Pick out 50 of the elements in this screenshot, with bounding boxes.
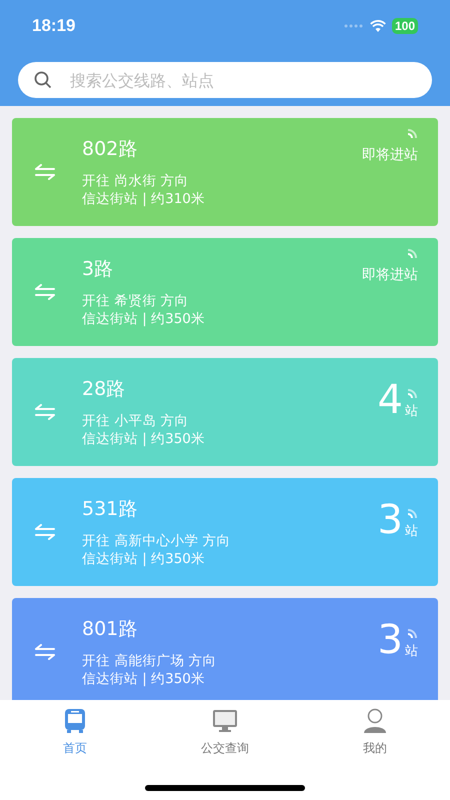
route-name: 801路 (82, 617, 138, 642)
swap-arrows-icon (34, 164, 56, 180)
swap-arrows-icon (34, 524, 56, 540)
route-card[interactable]: 28路 开往 小平岛 方向 信达街站 | 约350米 4 站 (12, 358, 438, 466)
signal-icon (406, 128, 418, 140)
signal-icon (406, 388, 418, 400)
route-direction: 开往 高新中心小学 方向 (82, 532, 232, 550)
route-name: 531路 (82, 497, 138, 522)
stops-count: 4 (378, 380, 403, 420)
stops-unit: 站 (405, 403, 418, 420)
route-name: 802路 (82, 137, 138, 162)
stops-count: 3 (378, 620, 403, 660)
route-card[interactable]: 801路 开往 高能街广场 方向 信达街站 | 约350米 3 站 (12, 598, 438, 700)
station-distance: 信达街站 | 约350米 (82, 430, 206, 448)
search-field[interactable]: 搜索公交线路、站点 (18, 62, 432, 98)
route-name: 3路 (82, 257, 114, 282)
cell-signal-icon (344, 24, 364, 28)
route-direction: 开往 小平岛 方向 (82, 412, 190, 430)
arrival-status: 即将进站 (362, 266, 418, 284)
swap-arrows-icon (34, 284, 56, 300)
monitor-icon (212, 708, 238, 734)
wifi-icon (370, 20, 386, 32)
route-card[interactable]: 531路 开往 高新中心小学 方向 信达街站 | 约350米 3 站 (12, 478, 438, 586)
tab-item[interactable]: 我的 (320, 708, 430, 757)
person-icon (362, 708, 388, 734)
route-direction: 开往 希贤街 方向 (82, 292, 190, 310)
stops-count: 3 (378, 500, 403, 540)
battery-level: 100 (392, 18, 418, 34)
route-card[interactable]: 3路 开往 希贤街 方向 信达街站 | 约350米 即将进站 (12, 238, 438, 346)
station-distance: 信达街站 | 约310米 (82, 190, 206, 208)
search-icon (34, 71, 52, 89)
signal-icon (406, 508, 418, 520)
signal-icon (406, 628, 418, 640)
stops-unit: 站 (405, 523, 418, 540)
swap-arrows-icon (34, 644, 56, 660)
stops-unit: 站 (405, 643, 418, 660)
route-direction: 开往 尚水街 方向 (82, 172, 190, 190)
route-card[interactable]: 802路 开往 尚水街 方向 信达街站 | 约310米 即将进站 (12, 118, 438, 226)
signal-icon (406, 248, 418, 260)
tab-item[interactable]: 首页 (20, 708, 130, 757)
status-time: 18:19 (32, 16, 76, 36)
station-distance: 信达街站 | 约350米 (82, 550, 206, 568)
bus-icon (62, 708, 88, 734)
station-distance: 信达街站 | 约350米 (82, 310, 206, 328)
route-direction: 开往 高能街广场 方向 (82, 652, 218, 670)
tab-item[interactable]: 公交查询 (170, 708, 280, 757)
route-name: 28路 (82, 377, 126, 402)
station-distance: 信达街站 | 约350米 (82, 670, 206, 688)
arrival-status: 即将进站 (362, 146, 418, 164)
swap-arrows-icon (34, 404, 56, 420)
